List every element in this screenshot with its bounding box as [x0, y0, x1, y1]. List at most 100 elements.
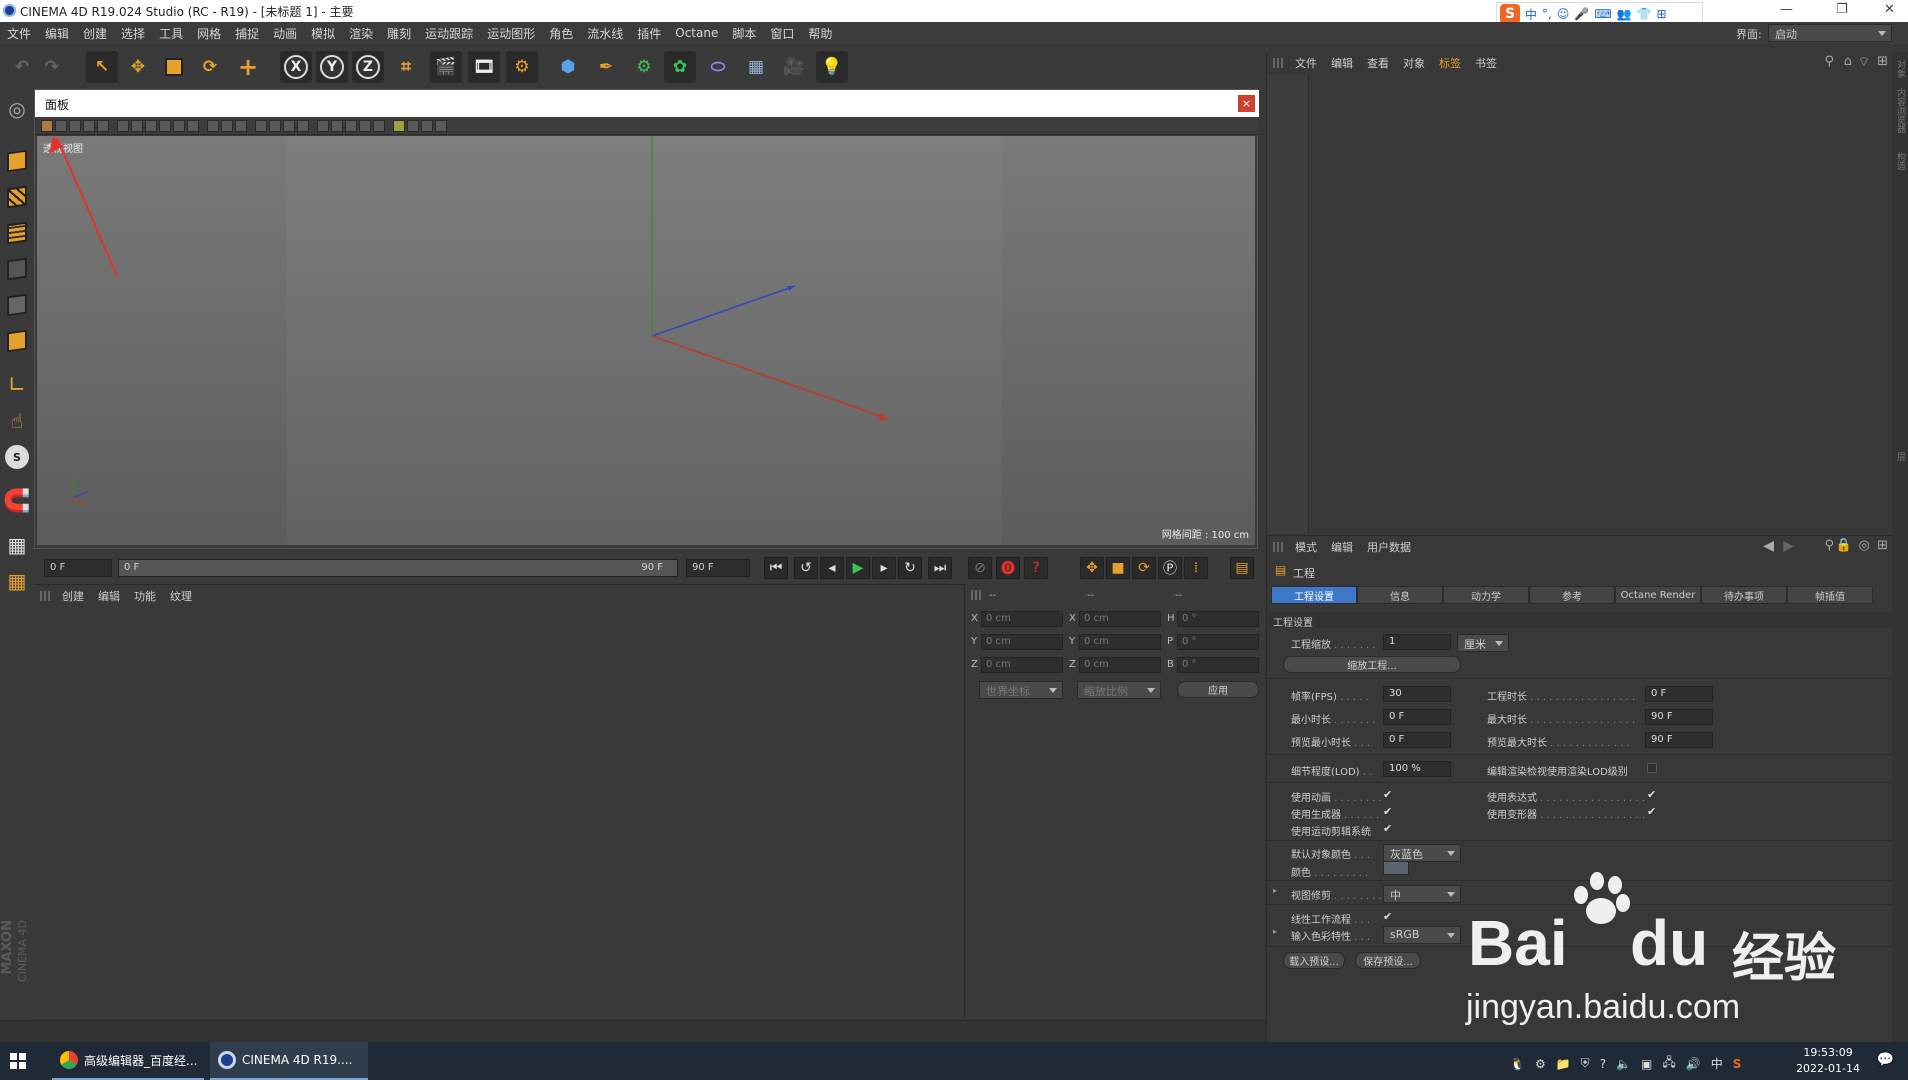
scale-mode-select[interactable]: 缩放比例: [1077, 681, 1161, 699]
attr-target-icon[interactable]: ◎: [1859, 538, 1870, 553]
floor-icon[interactable]: ▦: [740, 51, 772, 83]
grid-icon[interactable]: ⊞: [1657, 7, 1667, 21]
size-z-field[interactable]: 0 cm: [1079, 657, 1161, 673]
view-icon-25[interactable]: [407, 120, 419, 132]
view-icon-9[interactable]: [159, 120, 171, 132]
pos-x-field[interactable]: 0 cm: [981, 611, 1063, 627]
menu-sculpt[interactable]: 雕刻: [380, 25, 418, 42]
key-param-icon[interactable]: Ⓟ: [1158, 557, 1182, 579]
scale-project-button[interactable]: 缩放工程...: [1283, 656, 1461, 673]
obj-menu-bookmarks[interactable]: 书签: [1475, 55, 1497, 71]
preview-min-field[interactable]: 0 F: [1383, 732, 1451, 748]
folder-icon[interactable]: 📁: [1556, 1057, 1571, 1071]
axis-mode-icon[interactable]: ∟: [2, 370, 32, 400]
render-lod-checkbox[interactable]: [1647, 763, 1657, 773]
taskbar-chrome[interactable]: 高级编辑器_百度经...: [52, 1042, 204, 1080]
obj-menu-edit[interactable]: 编辑: [1331, 55, 1353, 71]
load-preset-button[interactable]: 载入预设...: [1283, 952, 1345, 969]
key-scale-icon[interactable]: ■: [1106, 557, 1130, 579]
next-frame-icon[interactable]: ▸: [872, 557, 896, 579]
generator-icon[interactable]: ⚙: [628, 51, 660, 83]
view-icon-3[interactable]: [69, 120, 81, 132]
view-icon-6[interactable]: [117, 120, 129, 132]
speaker-mute-icon[interactable]: 🔈: [1616, 1057, 1631, 1071]
tab-frame-interpolation[interactable]: 帧插值: [1787, 586, 1873, 604]
obj-expand-icon[interactable]: ⊞: [1877, 54, 1888, 69]
pen-spline-icon[interactable]: ✒: [590, 51, 622, 83]
clock[interactable]: 19:53:09 2022-01-14: [1796, 1045, 1860, 1077]
tray-lang[interactable]: 中: [1711, 1055, 1723, 1072]
default-color-select[interactable]: 灰蓝色: [1383, 844, 1461, 862]
axis-z-button[interactable]: Z: [352, 51, 384, 83]
obj-link-icon[interactable]: ⌔: [1858, 54, 1870, 70]
magnet-icon[interactable]: 🧲: [2, 486, 32, 516]
view-icon-1[interactable]: [41, 120, 53, 132]
side-tab-content-browser[interactable]: 内容浏览器: [1894, 88, 1907, 133]
pos-z-field[interactable]: 0 cm: [981, 657, 1063, 673]
restore-icon[interactable]: ❐: [1836, 2, 1848, 17]
menu-mesh[interactable]: 网格: [190, 25, 228, 42]
key-pla-icon[interactable]: ⁞: [1184, 557, 1208, 579]
project-time-field[interactable]: 0 F: [1645, 686, 1713, 702]
nvidia-icon[interactable]: ▣: [1641, 1057, 1652, 1071]
menu-snap[interactable]: 捕捉: [228, 25, 266, 42]
ime-punct[interactable]: °,: [1542, 7, 1552, 21]
keyframe-selection-icon[interactable]: ?: [1024, 557, 1048, 579]
mic-icon[interactable]: 🎤: [1574, 7, 1589, 21]
mat-menu-create[interactable]: 创建: [62, 588, 84, 604]
rot-b-field[interactable]: 0 °: [1177, 657, 1259, 673]
tweak-mode-icon[interactable]: ☝: [2, 406, 32, 436]
mat-menu-function[interactable]: 功能: [134, 588, 156, 604]
menu-plugins[interactable]: 插件: [630, 25, 668, 42]
color-swatch[interactable]: [1383, 861, 1409, 875]
mat-menu-texture[interactable]: 纹理: [170, 588, 192, 604]
side-tab-layers[interactable]: 层: [1894, 452, 1907, 461]
goto-end-icon[interactable]: ⏭: [928, 557, 952, 579]
workplane-mode-icon[interactable]: [2, 218, 32, 248]
goto-start-icon[interactable]: ⏮: [764, 557, 788, 579]
pos-y-field[interactable]: 0 cm: [981, 634, 1063, 650]
view-icon-17[interactable]: [283, 120, 295, 132]
render-view-icon[interactable]: 🎬: [430, 51, 462, 83]
panel-header[interactable]: 面板 ×: [35, 90, 1259, 117]
volume-icon[interactable]: 🔊: [1686, 1057, 1701, 1071]
light-icon[interactable]: 💡: [816, 51, 848, 83]
size-y-field[interactable]: 0 cm: [1079, 634, 1161, 650]
view-icon-18[interactable]: [297, 120, 309, 132]
view-icon-4[interactable]: [83, 120, 95, 132]
key-rotation-icon[interactable]: ⟳: [1132, 557, 1156, 579]
current-frame-field[interactable]: 0 F: [44, 559, 112, 577]
obj-menu-tags[interactable]: 标签: [1439, 55, 1461, 71]
axis-y-button[interactable]: Y: [316, 51, 348, 83]
view-icon-13[interactable]: [221, 120, 233, 132]
shield-icon[interactable]: ⛨: [1581, 1056, 1590, 1071]
points-mode-icon[interactable]: [2, 254, 32, 284]
use-animation-checkbox[interactable]: ✔: [1383, 789, 1394, 800]
end-frame-field[interactable]: 90 F: [686, 559, 750, 577]
panel-close-button[interactable]: ×: [1238, 95, 1255, 112]
skin-icon[interactable]: 👕: [1637, 7, 1652, 21]
view-icon-2[interactable]: [55, 120, 67, 132]
attr-lock-icon[interactable]: 🔒: [1836, 538, 1852, 553]
transform-icon[interactable]: +: [232, 51, 264, 83]
menu-select[interactable]: 选择: [114, 25, 152, 42]
view-clip-select[interactable]: 中: [1383, 885, 1461, 903]
use-deformers-checkbox[interactable]: ✔: [1647, 806, 1658, 817]
next-key-icon[interactable]: ↻: [898, 557, 922, 579]
sogou-tray-icon[interactable]: S: [1733, 1057, 1742, 1071]
attr-menu-mode[interactable]: 模式: [1295, 539, 1317, 555]
use-expressions-checkbox[interactable]: ✔: [1647, 789, 1658, 800]
select-cursor-icon[interactable]: ↖: [86, 51, 118, 83]
view-icon-15[interactable]: [255, 120, 267, 132]
obj-menu-view[interactable]: 查看: [1367, 55, 1389, 71]
tab-reference[interactable]: 参考: [1529, 586, 1615, 604]
mograph-cloner-icon[interactable]: ✿: [664, 51, 696, 83]
attr-search-icon[interactable]: ⚲: [1824, 538, 1834, 553]
snap-icon[interactable]: S: [2, 442, 32, 472]
user-icon[interactable]: 👥: [1617, 7, 1632, 21]
redo-icon[interactable]: ↷: [36, 51, 68, 83]
preview-max-field[interactable]: 90 F: [1645, 732, 1713, 748]
tab-info[interactable]: 信息: [1357, 586, 1443, 604]
view-icon-23[interactable]: [373, 120, 385, 132]
menu-octane[interactable]: Octane: [668, 26, 725, 40]
